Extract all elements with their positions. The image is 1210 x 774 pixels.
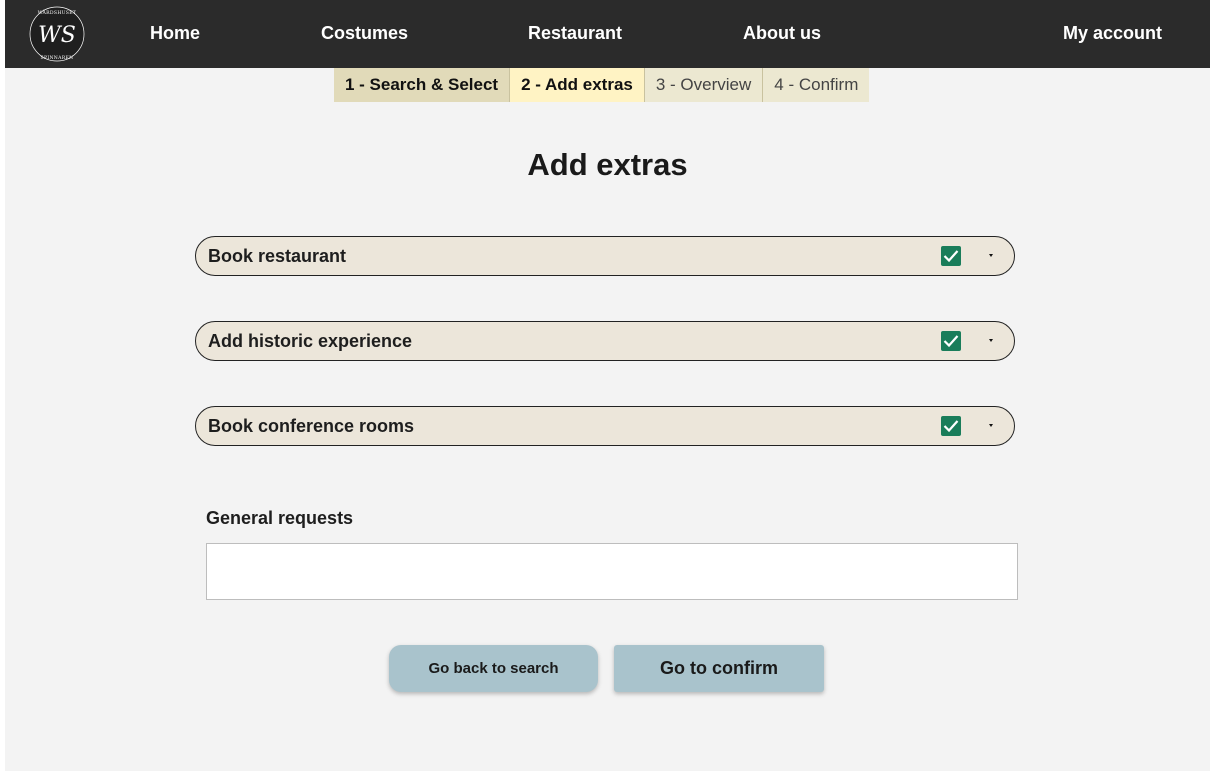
chevron-down-icon: [989, 254, 993, 257]
chevron-down-icon: [989, 339, 993, 342]
checkmark-icon: [943, 335, 959, 348]
checkmark-icon: [943, 250, 959, 263]
extra-book-restaurant[interactable]: Book restaurant: [195, 236, 1015, 276]
nav-costumes-link[interactable]: Costumes: [321, 0, 408, 68]
nav-home-link[interactable]: Home: [150, 0, 200, 68]
logo[interactable]: WÄRDSHUSET WS SPINNAREN: [29, 2, 85, 66]
extra-conference-rooms[interactable]: Book conference rooms: [195, 406, 1015, 446]
step-overview[interactable]: 3 - Overview: [644, 68, 764, 102]
logo-top-text: WÄRDSHUSET: [38, 9, 77, 16]
logo-monogram: WS: [38, 23, 76, 48]
checkmark-icon: [943, 420, 959, 433]
extra-checkbox[interactable]: [941, 246, 961, 266]
step-confirm[interactable]: 4 - Confirm: [763, 68, 870, 102]
nav-my-account-link[interactable]: My account: [1063, 0, 1162, 68]
page-title: Add extras: [527, 146, 688, 182]
go-to-confirm-button[interactable]: Go to confirm: [614, 645, 824, 692]
chevron-down-icon: [989, 424, 993, 427]
general-requests-label: General requests: [206, 508, 354, 528]
extra-label: Book conference rooms: [208, 416, 415, 436]
navbar: WÄRDSHUSET WS SPINNAREN Home Costumes Re…: [5, 0, 1210, 68]
logo-mark-icon: WÄRDSHUSET WS SPINNAREN: [29, 6, 85, 62]
nav-restaurant-link[interactable]: Restaurant: [528, 0, 622, 68]
step-search-select[interactable]: 1 - Search & Select: [334, 68, 511, 102]
general-requests-input[interactable]: [206, 543, 1018, 600]
extra-historic-experience[interactable]: Add historic experience: [195, 321, 1015, 361]
extra-checkbox[interactable]: [941, 331, 961, 351]
expand-toggle-button[interactable]: [982, 246, 1000, 266]
extra-label: Book restaurant: [208, 246, 347, 266]
expand-toggle-button[interactable]: [982, 331, 1000, 351]
expand-toggle-button[interactable]: [982, 416, 1000, 436]
go-back-to-search-button[interactable]: Go back to search: [389, 645, 598, 692]
step-add-extras[interactable]: 2 - Add extras: [510, 68, 645, 102]
extra-checkbox[interactable]: [941, 416, 961, 436]
page: WÄRDSHUSET WS SPINNAREN Home Costumes Re…: [5, 0, 1210, 771]
extra-label: Add historic experience: [208, 331, 413, 351]
booking-stepper: 1 - Search & Select 2 - Add extras 3 - O…: [334, 68, 870, 102]
nav-about-link[interactable]: About us: [743, 0, 821, 68]
logo-bottom-text: SPINNAREN: [41, 55, 74, 61]
